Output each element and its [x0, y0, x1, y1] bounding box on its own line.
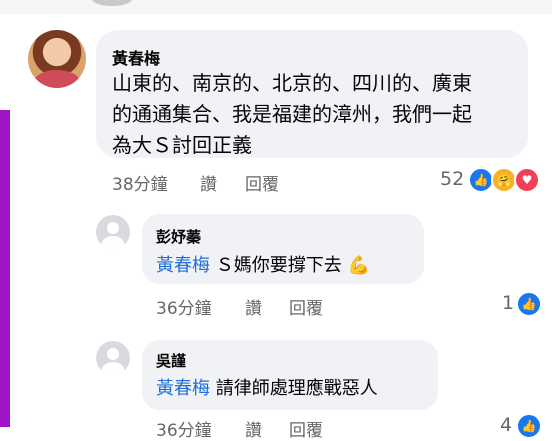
- avatar[interactable]: [96, 341, 130, 375]
- avatar[interactable]: [28, 30, 86, 88]
- like-icon: 👍: [516, 291, 542, 317]
- like-button[interactable]: 讚: [200, 170, 217, 195]
- avatar[interactable]: [96, 215, 130, 249]
- reply-button[interactable]: 回覆: [289, 294, 323, 319]
- like-button[interactable]: 讚: [245, 416, 262, 441]
- reaction-count[interactable]: 1: [502, 292, 514, 314]
- comment-author[interactable]: 彭妤蓁: [156, 226, 201, 247]
- mention-link[interactable]: 黃春梅: [156, 378, 210, 399]
- comment-body: Ｓ媽你要撐下去: [215, 255, 342, 276]
- comment-time[interactable]: 36分鐘: [156, 416, 212, 441]
- top-strip: [0, 0, 552, 14]
- comment-time[interactable]: 38分鐘: [112, 170, 168, 195]
- comment-text: 黃春梅 Ｓ媽你要撐下去 💪: [156, 251, 370, 277]
- reaction-count[interactable]: 4: [500, 414, 512, 436]
- comment-body: 請律師處理應戰惡人: [215, 378, 378, 399]
- reply-button[interactable]: 回覆: [289, 416, 323, 441]
- muscle-emoji: 💪: [347, 255, 370, 276]
- reply-button[interactable]: 回覆: [245, 170, 279, 195]
- accent-bar: [0, 110, 10, 427]
- comment-author[interactable]: 黃春梅: [112, 45, 160, 69]
- mention-link[interactable]: 黃春梅: [156, 255, 210, 276]
- comment-text-line: 為大Ｓ討回正義: [112, 133, 252, 157]
- comment-text-line: 的通通集合、我是福建的漳州，我們一起: [112, 102, 472, 126]
- comment-time[interactable]: 36分鐘: [156, 294, 212, 319]
- comment-author[interactable]: 吳謹: [156, 350, 186, 371]
- comment-text: 黃春梅 請律師處理應戰惡人: [156, 374, 378, 400]
- like-button[interactable]: 讚: [245, 294, 262, 319]
- reaction-count[interactable]: 52: [440, 168, 464, 190]
- like-icon: 👍: [516, 413, 542, 439]
- love-icon: ♥: [514, 167, 540, 193]
- comment-text-line: 山東的、南京的、北京的、四川的、廣東: [112, 71, 472, 95]
